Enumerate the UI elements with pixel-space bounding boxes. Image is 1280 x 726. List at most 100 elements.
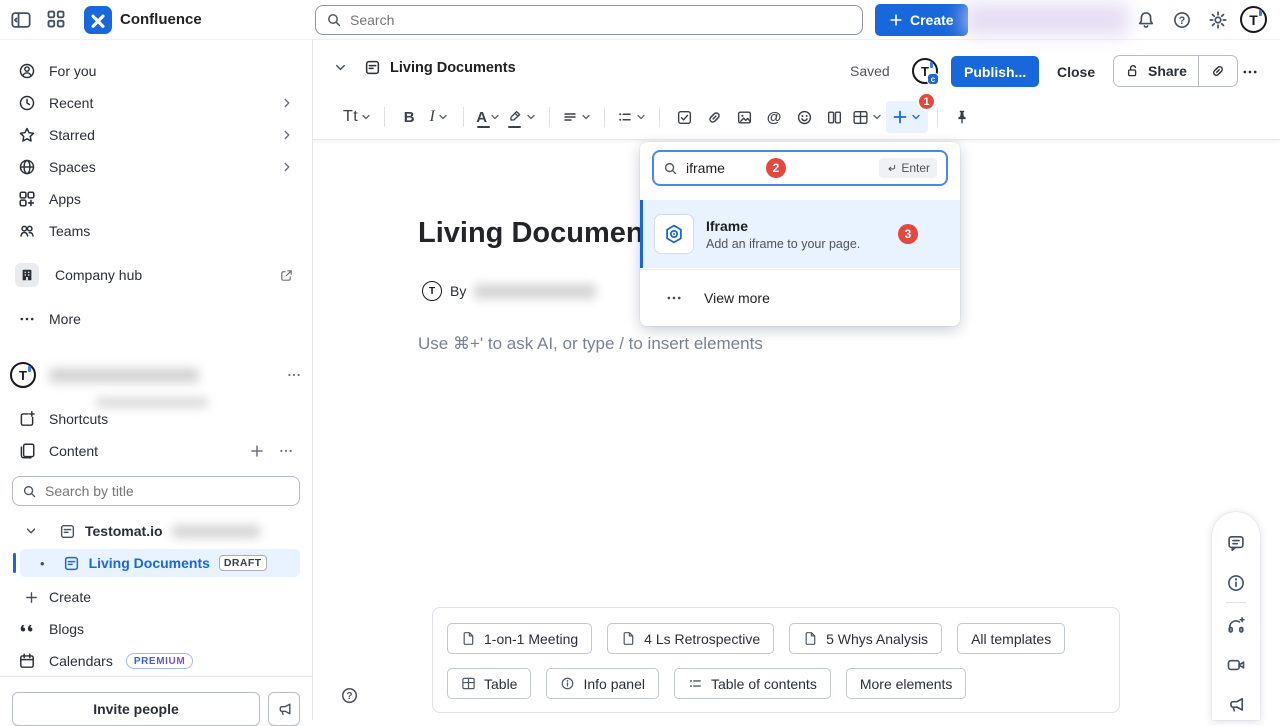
sidebar-item-calendars[interactable]: Calendars PREMIUM	[8, 645, 304, 677]
breadcrumb-title[interactable]: Living Documents	[390, 60, 516, 76]
chevron-down-icon[interactable]	[24, 524, 38, 538]
sidebar-item-starred[interactable]: Starred	[8, 119, 304, 151]
toolbar-divider	[659, 107, 660, 127]
insert-toc-button[interactable]: Table of contents	[674, 668, 831, 699]
help-icon[interactable]: ?	[1172, 10, 1192, 30]
highlight-button[interactable]	[504, 101, 540, 133]
highlighter-icon	[507, 109, 523, 125]
sidebar-item-company-hub[interactable]: Company hub	[8, 259, 304, 291]
tree-item-page-selected[interactable]	[20, 549, 300, 577]
notifications-bell-icon[interactable]	[1136, 10, 1156, 30]
italic-button[interactable]: I	[424, 101, 454, 133]
result-description: Add an iframe to your page.	[706, 237, 860, 251]
view-more-label: View more	[704, 290, 770, 306]
feedback-megaphone-button[interactable]	[268, 692, 300, 726]
sidebar-item-blogs[interactable]: Blogs	[8, 613, 304, 645]
content-more-icon[interactable]	[278, 443, 294, 459]
saved-status: Saved	[850, 63, 890, 79]
editor-avatar[interactable]: T c	[912, 58, 938, 84]
editor-placeholder[interactable]: Use ⌘+' to ask AI, or type / to insert e…	[418, 334, 763, 354]
audio-headset-icon[interactable]	[1226, 615, 1246, 635]
emoji-button[interactable]	[789, 101, 819, 133]
create-button-label: Create	[910, 12, 954, 28]
video-icon[interactable]	[1226, 655, 1246, 675]
building-icon	[15, 263, 39, 287]
app-switcher-icon[interactable]	[46, 9, 66, 29]
publish-button[interactable]: Publish...	[951, 56, 1039, 87]
settings-gear-icon[interactable]	[1208, 10, 1228, 30]
sidebar-item-apps[interactable]: Apps	[8, 183, 304, 215]
author-avatar[interactable]: T	[422, 281, 442, 301]
chevron-right-icon[interactable]	[280, 160, 294, 174]
chevron-down-icon	[525, 111, 537, 123]
tree-create-button[interactable]: Create	[24, 585, 91, 609]
step-badge-2: 2	[766, 158, 786, 178]
sidebar-item-content[interactable]: Content	[8, 435, 304, 467]
insert-result-iframe[interactable]: Iframe Add an iframe to your page. 3	[640, 200, 960, 268]
sidebar-item-for-you[interactable]: For you	[8, 55, 304, 87]
product-name: Confluence	[120, 11, 202, 28]
table-button[interactable]	[849, 101, 886, 133]
invite-people-button[interactable]: Invite people	[12, 692, 260, 726]
share-button[interactable]: Share	[1114, 56, 1198, 86]
chevron-right-icon[interactable]	[280, 96, 294, 110]
workspace-more-icon[interactable]	[286, 367, 302, 383]
plus-icon	[892, 109, 908, 125]
comments-icon[interactable]	[1226, 533, 1246, 553]
list-button[interactable]	[614, 101, 650, 133]
insert-search[interactable]: 2 Enter	[652, 150, 948, 186]
help-circle-icon[interactable]: ?	[340, 686, 359, 705]
insert-info-panel-button[interactable]: Info panel	[546, 668, 659, 699]
copy-link-button[interactable]	[1199, 56, 1237, 86]
sidebar-item-shortcuts[interactable]: Shortcuts	[8, 403, 304, 435]
announce-megaphone-icon[interactable]	[1226, 695, 1246, 715]
sidebar-item-spaces[interactable]: Spaces	[8, 151, 304, 183]
user-avatar[interactable]: T	[1240, 6, 1267, 33]
details-info-icon[interactable]	[1226, 573, 1246, 593]
workspace-header[interactable]: T	[10, 362, 302, 388]
text-style-button[interactable]: Tt	[340, 101, 375, 133]
add-content-icon[interactable]	[249, 443, 265, 459]
tree-item-space[interactable]: Testomat.io	[24, 519, 260, 543]
insert-elements-button[interactable]: 1	[886, 101, 928, 133]
sidebar-item-more[interactable]: More	[8, 303, 304, 335]
insert-table-button[interactable]: Table	[447, 668, 531, 699]
sidebar-label: Calendars	[49, 653, 113, 669]
sidebar-item-recent[interactable]: Recent	[8, 87, 304, 119]
insert-link-button[interactable]	[699, 101, 729, 133]
text-color-button[interactable]: A	[473, 101, 504, 133]
sidebar-item-teams[interactable]: Teams	[8, 215, 304, 247]
view-more-button[interactable]: View more	[640, 269, 960, 325]
table-icon	[461, 676, 476, 691]
layout-columns-button[interactable]	[819, 101, 849, 133]
bold-label: B	[404, 109, 415, 126]
chevron-right-icon[interactable]	[280, 128, 294, 142]
create-label: Create	[49, 589, 91, 605]
content-search[interactable]	[12, 476, 300, 506]
alignment-button[interactable]	[559, 101, 595, 133]
bold-button[interactable]: B	[394, 101, 424, 133]
create-button[interactable]: Create	[875, 4, 968, 36]
confluence-logo[interactable]	[84, 6, 112, 34]
more-elements-button[interactable]: More elements	[846, 668, 967, 699]
page-more-icon[interactable]	[1241, 63, 1259, 81]
task-button[interactable]	[669, 101, 699, 133]
breadcrumb-chevron-down-icon[interactable]	[333, 60, 348, 75]
insert-image-button[interactable]	[729, 101, 759, 133]
template-button[interactable]: 1-on-1 Meeting	[447, 623, 592, 654]
page-title[interactable]: Living Documents	[418, 217, 669, 250]
template-button[interactable]: 5 Whys Analysis	[789, 623, 942, 654]
pin-toolbar-button[interactable]	[947, 101, 977, 133]
star-icon	[18, 126, 36, 144]
mention-button[interactable]: @	[759, 101, 789, 133]
global-search[interactable]	[315, 5, 863, 35]
all-templates-button[interactable]: All templates	[957, 623, 1065, 654]
content-search-input[interactable]	[45, 483, 290, 499]
collapse-sidebar-icon[interactable]	[10, 9, 32, 31]
search-input[interactable]	[350, 12, 852, 28]
insert-search-input[interactable]	[686, 160, 758, 176]
list-icon	[688, 676, 703, 691]
redacted-banner	[963, 3, 1129, 36]
template-button[interactable]: 4 Ls Retrospective	[607, 623, 774, 654]
close-button[interactable]: Close	[1051, 56, 1101, 87]
